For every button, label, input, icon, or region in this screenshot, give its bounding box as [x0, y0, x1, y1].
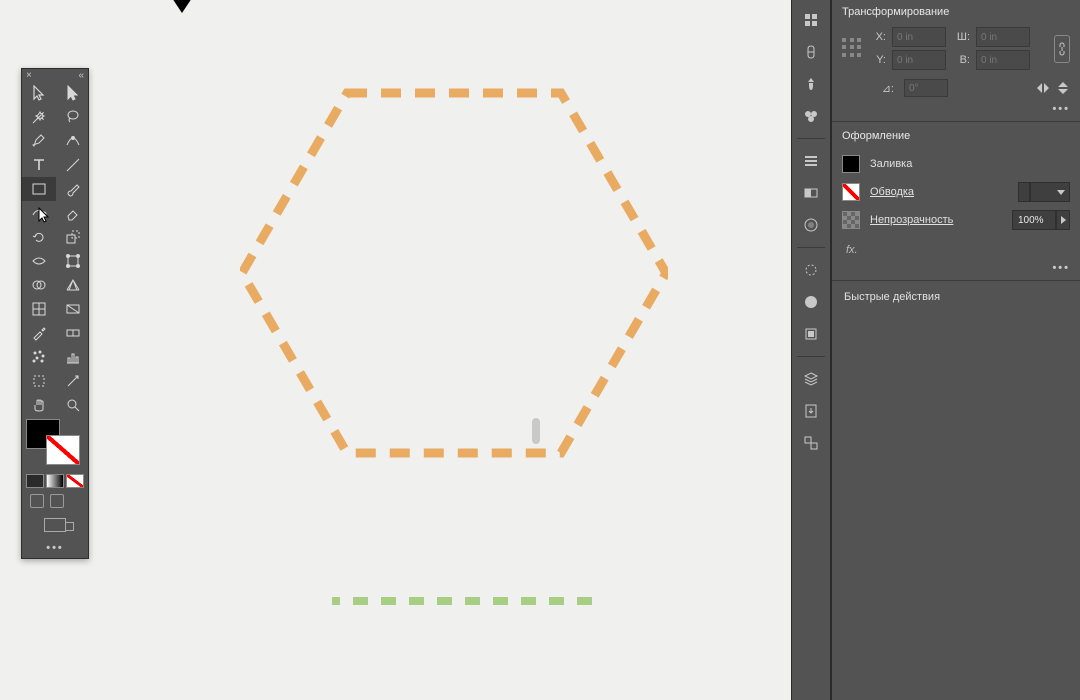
magic-wand-tool[interactable]	[22, 105, 56, 129]
gradient-panel-icon[interactable]	[798, 212, 824, 238]
shape-builder-tool[interactable]	[22, 273, 56, 297]
stroke-label[interactable]: Обводка	[870, 186, 914, 198]
stroke-color-swatch[interactable]	[842, 183, 860, 201]
draw-behind-icon[interactable]	[50, 494, 64, 508]
shaper-tool[interactable]	[22, 201, 56, 225]
collapse-icon[interactable]: «	[78, 70, 84, 81]
line-tool[interactable]	[56, 153, 90, 177]
y-input[interactable]	[892, 50, 946, 70]
properties-panel: Трансформирование X: Ш: Y: В:	[831, 0, 1080, 700]
gradient-tool[interactable]	[56, 297, 90, 321]
appearance-more-options[interactable]: •••	[832, 262, 1080, 278]
scale-tool[interactable]	[56, 225, 90, 249]
height-label: В:	[952, 54, 970, 66]
eyedropper-tool[interactable]	[22, 321, 56, 345]
fill-color-swatch[interactable]	[842, 155, 860, 173]
dashed-line-path[interactable]	[332, 597, 592, 605]
x-input[interactable]	[892, 27, 946, 47]
eraser-tool[interactable]	[56, 201, 90, 225]
transparency-panel-icon[interactable]	[798, 257, 824, 283]
stroke-panel-icon[interactable]	[798, 148, 824, 174]
constrain-proportions-icon[interactable]	[1054, 35, 1070, 63]
opacity-value[interactable]: 100%	[1012, 210, 1056, 230]
properties-panel-icon[interactable]	[798, 7, 824, 33]
x-label: X:	[868, 31, 886, 43]
tools-panel-header[interactable]: × «	[22, 69, 88, 81]
asset-export-panel-icon[interactable]	[798, 398, 824, 424]
hexagon-path[interactable]	[240, 88, 668, 458]
color-mode-row	[22, 472, 88, 490]
y-label: Y:	[868, 54, 886, 66]
artboards-panel-icon[interactable]	[798, 430, 824, 456]
curvature-tool[interactable]	[56, 129, 90, 153]
edit-toolbar-button[interactable]: •••	[22, 538, 88, 558]
transform-more-options[interactable]: •••	[832, 103, 1080, 119]
draw-mode-row	[22, 490, 88, 512]
pen-tool[interactable]	[22, 129, 56, 153]
angle-label: ⊿:	[876, 82, 894, 95]
width-tool[interactable]	[22, 249, 56, 273]
symbols-panel-icon[interactable]	[798, 103, 824, 129]
artboard-tool[interactable]	[22, 369, 56, 393]
mesh-tool[interactable]	[22, 297, 56, 321]
blend-tool[interactable]	[56, 321, 90, 345]
appearance-section-title: Оформление	[832, 124, 1080, 146]
opacity-swatch-icon[interactable]	[842, 211, 860, 229]
flip-vertical-icon[interactable]	[1056, 81, 1070, 95]
color-mode-solid[interactable]	[26, 474, 44, 488]
scrollbar-thumb[interactable]	[532, 418, 540, 444]
zoom-tool[interactable]	[56, 393, 90, 417]
perspective-grid-tool[interactable]	[56, 273, 90, 297]
slice-tool[interactable]	[56, 369, 90, 393]
fx-label[interactable]: fx.	[832, 238, 1080, 262]
width-input[interactable]	[976, 27, 1030, 47]
color-mode-none[interactable]	[66, 474, 84, 488]
transform-section-title: Трансформирование	[832, 0, 1080, 22]
hand-tool[interactable]	[22, 393, 56, 417]
stroke-weight-stepper[interactable]	[1018, 182, 1030, 202]
selection-tool[interactable]	[22, 81, 56, 105]
layers-panel-icon[interactable]	[798, 366, 824, 392]
quick-actions-title: Быстрые действия	[832, 283, 1080, 311]
opacity-flyout-icon[interactable]	[1056, 210, 1070, 230]
opacity-label[interactable]: Непрозрачность	[870, 214, 953, 226]
width-label: Ш:	[952, 31, 970, 43]
collapsed-panel-dock	[791, 0, 831, 700]
draw-normal-icon[interactable]	[30, 494, 44, 508]
rectangle-tool[interactable]	[22, 177, 56, 201]
swatches-panel-icon[interactable]	[798, 180, 824, 206]
color-mode-gradient[interactable]	[46, 474, 64, 488]
lasso-tool[interactable]	[56, 105, 90, 129]
free-transform-tool[interactable]	[56, 249, 90, 273]
screen-mode-icon[interactable]	[44, 518, 66, 532]
reference-point-picker[interactable]	[842, 38, 864, 60]
column-graph-tool[interactable]	[56, 345, 90, 369]
paintbrush-tool[interactable]	[56, 177, 90, 201]
screen-mode-row[interactable]	[22, 512, 88, 538]
fill-stroke-swatches[interactable]	[22, 417, 88, 472]
rotate-tool[interactable]	[22, 225, 56, 249]
graphic-styles-panel-icon[interactable]	[798, 321, 824, 347]
appearance-section: Заливка Обводка Непрозрачность 100%	[832, 146, 1080, 238]
stroke-swatch[interactable]	[46, 435, 80, 465]
flip-horizontal-icon[interactable]	[1036, 81, 1050, 95]
symbol-sprayer-tool[interactable]	[22, 345, 56, 369]
angle-input[interactable]	[904, 79, 948, 97]
libraries-panel-icon[interactable]	[798, 39, 824, 65]
artboard-canvas[interactable]	[0, 0, 790, 700]
height-input[interactable]	[976, 50, 1030, 70]
direct-selection-tool[interactable]	[56, 81, 90, 105]
envelope-mesh-indicator	[170, 0, 194, 13]
tools-panel: × «	[21, 68, 89, 559]
type-tool[interactable]	[22, 153, 56, 177]
transform-section: X: Ш: Y: В: ⊿:	[832, 22, 1080, 103]
brushes-panel-icon[interactable]	[798, 71, 824, 97]
close-icon[interactable]: ×	[26, 70, 32, 81]
stroke-weight-dropdown[interactable]	[1030, 182, 1070, 202]
appearance-panel-icon[interactable]	[798, 289, 824, 315]
fill-label: Заливка	[870, 158, 912, 170]
